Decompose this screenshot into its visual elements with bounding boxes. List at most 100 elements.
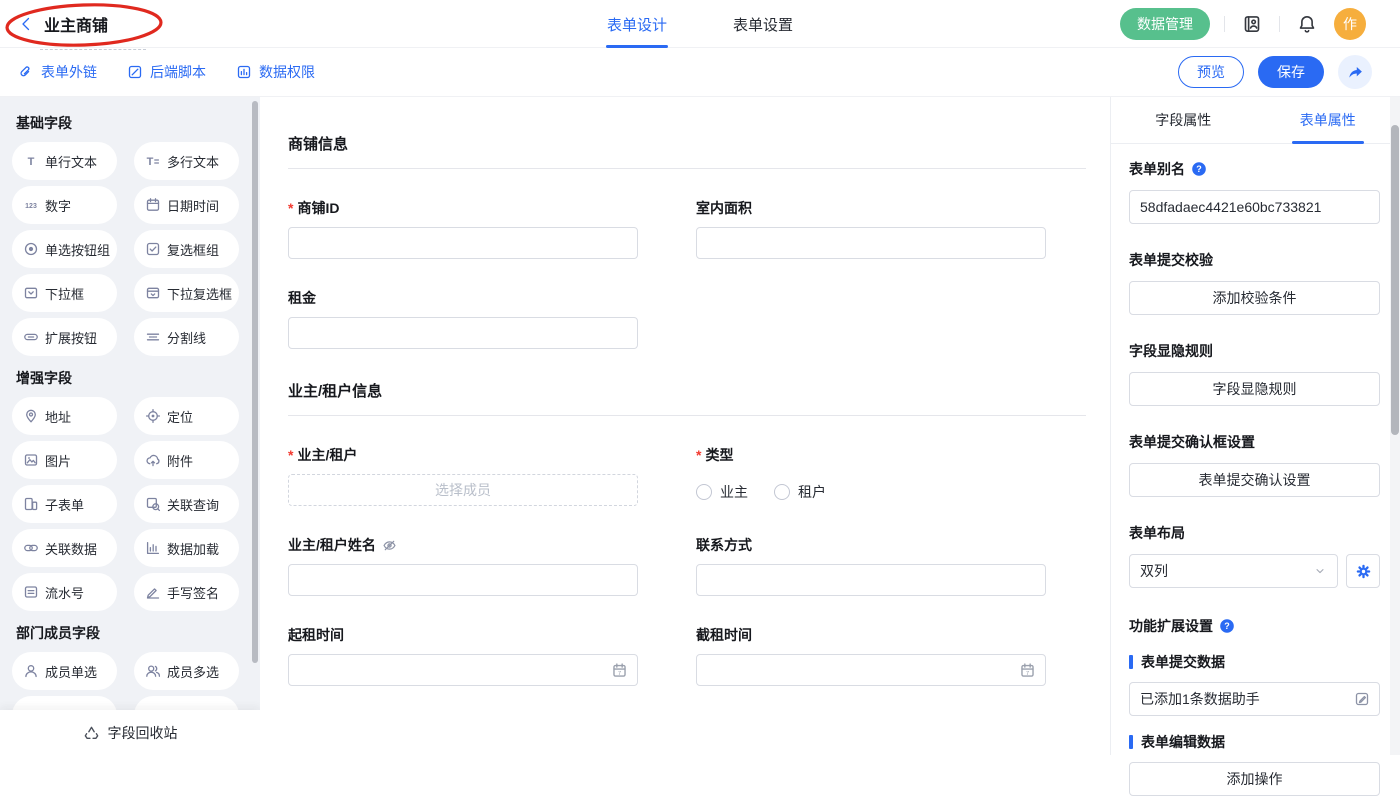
main-body: 基础字段T单行文本T多行文本123数字日期时间单选按钮组复选框组下拉框下拉复选框…: [0, 97, 1400, 755]
field-pill-label: 手写签名: [167, 583, 219, 602]
bell-icon[interactable]: [1294, 11, 1320, 37]
text-input[interactable]: [288, 227, 638, 259]
field-pill-定位[interactable]: 定位: [134, 397, 239, 435]
field-pill-分割线[interactable]: 分割线: [134, 318, 239, 356]
field-pill-label: 下拉复选框: [167, 284, 232, 303]
field-pill-日期时间[interactable]: 日期时间: [134, 186, 239, 224]
toolbar-link-数据权限[interactable]: 数据权限: [236, 62, 315, 82]
text-input[interactable]: [288, 317, 638, 349]
panel-tab-表单属性[interactable]: 表单属性: [1256, 97, 1400, 143]
field-pill-下拉框[interactable]: 下拉框: [12, 274, 117, 312]
field-pill-手写签名[interactable]: 手写签名: [134, 573, 239, 611]
text-single-icon: T: [23, 153, 39, 169]
field-pill-附件[interactable]: 附件: [134, 441, 239, 479]
toolbar-link-表单外链[interactable]: 表单外链: [18, 62, 97, 82]
panel-setting-button-字段显隐规则[interactable]: 字段显隐规则: [1129, 372, 1380, 406]
calendar-icon: 7: [611, 662, 628, 679]
field-pill-地址[interactable]: 地址: [12, 397, 117, 435]
form-canvas[interactable]: 商铺信息*商铺ID室内面积租金业主/租户信息*业主/租户选择成员*类型业主租户业…: [260, 97, 1110, 755]
panel-setting-表单提交校验: 表单提交校验添加校验条件: [1129, 250, 1380, 315]
toolbar-link-后端脚本[interactable]: 后端脚本: [127, 62, 206, 82]
panel-setting-button-表单提交确认设置[interactable]: 表单提交确认设置: [1129, 463, 1380, 497]
form-field-类型[interactable]: *类型业主租户: [696, 445, 1046, 506]
field-pill-label: 多行文本: [167, 152, 219, 171]
form-field-室内面积[interactable]: 室内面积: [696, 198, 1046, 259]
subform-icon: [23, 496, 39, 512]
radio-button[interactable]: [774, 484, 790, 500]
header-tab-表单设置[interactable]: 表单设置: [733, 0, 793, 48]
window-scrollbar-thumb[interactable]: [1391, 125, 1399, 435]
field-pill-图片[interactable]: 图片: [12, 441, 117, 479]
title-dashed-underline: [40, 49, 146, 50]
field-pill-label: 成员多选: [167, 662, 219, 681]
form-field-截租时间[interactable]: 截租时间7: [696, 625, 1046, 686]
radio-option-业主[interactable]: 业主: [696, 482, 748, 502]
field-pill-数字[interactable]: 123数字: [12, 186, 117, 224]
field-label: *业主/租户: [288, 445, 638, 465]
add-action-button[interactable]: 添加操作: [1129, 762, 1380, 796]
field-pill-多行文本[interactable]: T多行文本: [134, 142, 239, 180]
layout-settings-button[interactable]: [1346, 554, 1380, 588]
field-pill-数据加载[interactable]: 数据加载: [134, 529, 239, 567]
field-pill-复选框组[interactable]: 复选框组: [134, 230, 239, 268]
panel-setting-button-添加校验条件[interactable]: 添加校验条件: [1129, 281, 1380, 315]
header-tab-表单设计[interactable]: 表单设计: [607, 0, 667, 48]
date-input[interactable]: 7: [288, 654, 638, 686]
avatar[interactable]: 作: [1334, 8, 1366, 40]
field-pill-关联查询[interactable]: 关联查询: [134, 485, 239, 523]
field-pill-流水号[interactable]: 流水号: [12, 573, 117, 611]
date-input[interactable]: 7: [696, 654, 1046, 686]
save-button[interactable]: 保存: [1258, 56, 1324, 88]
field-pill-单行文本[interactable]: T单行文本: [12, 142, 117, 180]
data-manage-button[interactable]: 数据管理: [1120, 8, 1210, 40]
field-pill-单选按钮组[interactable]: 单选按钮组: [12, 230, 117, 268]
signature-icon: [145, 584, 161, 600]
text-input[interactable]: [696, 564, 1046, 596]
radio-button[interactable]: [696, 484, 712, 500]
radio-group: 业主 租户: [696, 474, 1046, 502]
member-select-input[interactable]: 选择成员: [288, 474, 638, 506]
field-pill-关联数据[interactable]: 关联数据: [12, 529, 117, 567]
preview-button[interactable]: 预览: [1178, 56, 1244, 88]
edit-icon[interactable]: [1354, 691, 1370, 707]
sidebar-scrollbar[interactable]: [252, 101, 258, 663]
window-scrollbar[interactable]: [1390, 97, 1400, 755]
layout-select[interactable]: 双列: [1129, 554, 1338, 588]
form-alias-input[interactable]: [1129, 190, 1380, 224]
calendar-icon: 7: [1019, 662, 1036, 679]
field-pill-label: 下拉框: [45, 284, 84, 303]
text-input[interactable]: [696, 227, 1046, 259]
form-field-租金[interactable]: 租金: [288, 288, 638, 349]
header: 业主商铺 表单设计 表单设置 数据管理 作: [0, 0, 1400, 48]
form-field-联系方式[interactable]: 联系方式: [696, 535, 1046, 596]
help-icon[interactable]: ?: [1191, 161, 1207, 177]
toolbar-links: 表单外链 后端脚本 数据权限: [0, 62, 315, 82]
field-pill-扩展按钮[interactable]: 扩展按钮: [12, 318, 117, 356]
panel-tab-字段属性[interactable]: 字段属性: [1111, 97, 1256, 143]
field-pill-label: 流水号: [45, 583, 84, 602]
text-input[interactable]: [288, 564, 638, 596]
radio-option-租户[interactable]: 租户: [774, 482, 826, 502]
field-recycle-bin[interactable]: 字段回收站: [0, 710, 260, 755]
addressbook-icon[interactable]: [1239, 11, 1265, 37]
back-navigation[interactable]: 业主商铺: [0, 12, 108, 36]
form-field-业主/租户[interactable]: *业主/租户选择成员: [288, 445, 638, 506]
field-pill-label: 附件: [167, 451, 193, 470]
form-field-业主/租户姓名[interactable]: 业主/租户姓名: [288, 535, 638, 596]
field-pill-成员多选[interactable]: 成员多选: [134, 652, 239, 690]
share-button[interactable]: [1338, 55, 1372, 89]
help-icon[interactable]: ?: [1219, 618, 1235, 634]
permission-icon: [236, 64, 252, 80]
submit-data-box[interactable]: 已添加1条数据助手: [1129, 682, 1380, 716]
field-library-sidebar: 基础字段T单行文本T多行文本123数字日期时间单选按钮组复选框组下拉框下拉复选框…: [0, 97, 260, 755]
panel-setting-label: 表单提交确认框设置: [1129, 432, 1380, 452]
form-field-起租时间[interactable]: 起租时间7: [288, 625, 638, 686]
back-chevron-icon: [18, 16, 34, 32]
field-pill-子表单[interactable]: 子表单: [12, 485, 117, 523]
field-pill-下拉复选框[interactable]: 下拉复选框: [134, 274, 239, 312]
radio-label: 租户: [798, 482, 826, 502]
form-field-商铺ID[interactable]: *商铺ID: [288, 198, 638, 259]
chevron-down-icon: [1313, 564, 1327, 578]
field-pill-成员单选[interactable]: 成员单选: [12, 652, 117, 690]
field-pill-label: 分割线: [167, 328, 206, 347]
